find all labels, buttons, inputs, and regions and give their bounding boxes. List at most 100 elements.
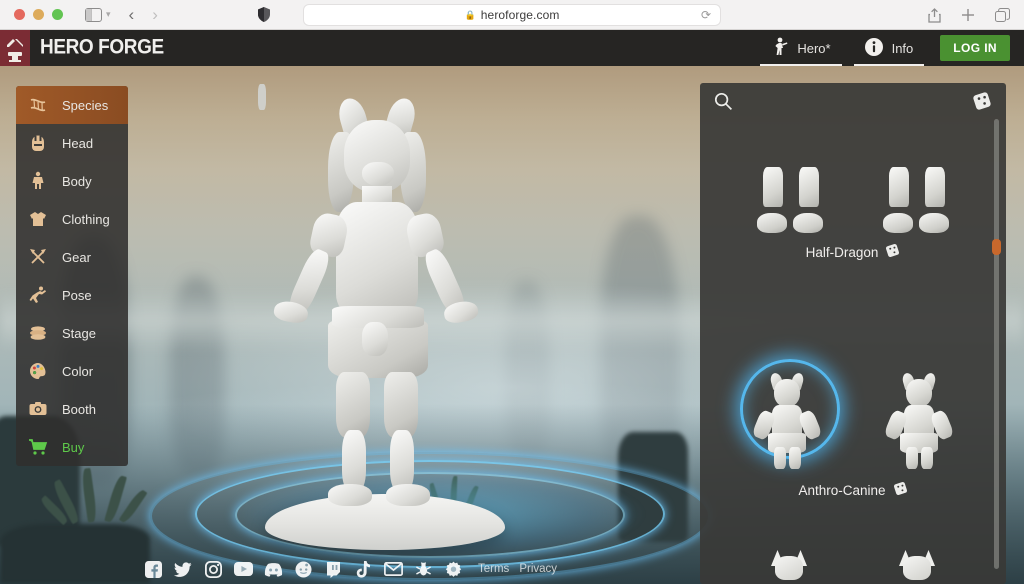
anthro-feline-a[interactable] [767, 550, 811, 580]
anvil-shield-logo[interactable] [0, 30, 30, 66]
brand-title: HERO FORGE [40, 35, 164, 60]
scrollbar-thumb[interactable] [992, 239, 1001, 255]
twitch-icon[interactable] [318, 554, 348, 584]
nav-active-underline [760, 64, 842, 66]
privacy-link[interactable]: Privacy [519, 563, 557, 575]
facebook-icon[interactable] [138, 554, 168, 584]
option-group-next-row [700, 550, 1006, 580]
chevron-down-icon[interactable]: ▾ [106, 9, 111, 20]
header-nav: Hero* Info LOG IN [754, 30, 1024, 66]
character-pant [384, 372, 418, 438]
sidebar-item-booth[interactable]: Booth [16, 390, 128, 428]
dice-icon[interactable] [893, 481, 908, 499]
instagram-icon[interactable] [198, 554, 228, 584]
sidebar-item-label: Gear [62, 249, 91, 265]
minimize-window-button[interactable] [33, 9, 44, 20]
category-sidebar: Species Head Body Clothing Gear Pose Sta… [16, 86, 128, 466]
foot-model [793, 167, 823, 233]
sidebar-item-label: Buy [62, 439, 85, 455]
footer-social-bar: Terms Privacy [0, 554, 692, 584]
option-group-label-row: Half-Dragon [700, 243, 1006, 261]
options-panel-header [700, 83, 1006, 121]
shopping-cart-icon [27, 436, 49, 458]
browser-right-actions [928, 0, 1010, 30]
camera-icon [27, 398, 49, 420]
sidebar-item-label: Head [62, 135, 94, 151]
search-icon[interactable] [714, 92, 733, 116]
dice-icon[interactable] [885, 243, 900, 261]
half-dragon-feet-b[interactable] [861, 129, 971, 233]
character-thumbnail [748, 371, 826, 471]
reddit-icon[interactable] [288, 554, 318, 584]
reload-icon[interactable]: ⟳ [701, 8, 711, 22]
panel-scrollbar[interactable] [992, 119, 1001, 569]
anthro-canine-miniature[interactable] [258, 84, 514, 524]
anthro-canine-male[interactable] [864, 353, 974, 471]
mail-icon[interactable] [378, 554, 408, 584]
character-muzzle [362, 162, 394, 186]
crossed-axes-icon [27, 246, 49, 268]
sidebar-item-buy[interactable]: Buy [16, 428, 128, 466]
back-arrow-icon[interactable]: ‹ [129, 5, 135, 25]
info-circle-icon [864, 37, 883, 59]
sidebar-item-label: Color [62, 363, 94, 379]
share-icon[interactable] [928, 7, 941, 23]
option-thumbnails [700, 353, 1006, 471]
sidebar-item-label: Stage [62, 325, 96, 341]
sidebar-item-label: Clothing [62, 211, 110, 227]
option-thumbnails [700, 129, 1006, 233]
address-bar[interactable]: 🔒 heroforge.com ⟳ [303, 4, 721, 26]
foot-model [883, 167, 913, 233]
shirt-icon [27, 208, 49, 230]
dna-helix-icon [27, 94, 49, 116]
gear-icon[interactable] [438, 554, 468, 584]
browser-toolbar: ▾ ‹ › 🔒 heroforge.com ⟳ [0, 0, 1024, 30]
tiktok-icon[interactable] [348, 554, 378, 584]
sidebar-item-head[interactable]: Head [16, 124, 128, 162]
sidebar-item-color[interactable]: Color [16, 352, 128, 390]
nav-item-info-label: Info [891, 40, 914, 56]
terms-link[interactable]: Terms [478, 563, 509, 575]
nav-item-hero[interactable]: Hero* [754, 30, 847, 66]
forward-arrow-icon[interactable]: › [152, 5, 158, 25]
sidebar-item-pose[interactable]: Pose [16, 276, 128, 314]
foot-model [919, 167, 949, 233]
sidebar-item-species[interactable]: Species [16, 86, 128, 124]
sidebar-item-body[interactable]: Body [16, 162, 128, 200]
anthro-feline-b[interactable] [895, 550, 939, 580]
sidebar-item-stage[interactable]: Stage [16, 314, 128, 352]
tab-overview-icon[interactable] [995, 8, 1010, 22]
sidebar-toggle-icon[interactable] [85, 7, 102, 22]
close-window-button[interactable] [14, 9, 25, 20]
character-shin [342, 430, 366, 492]
foot-model [757, 167, 787, 233]
anthro-canine-female[interactable] [732, 353, 842, 471]
login-button[interactable]: LOG IN [940, 35, 1010, 61]
maximize-window-button[interactable] [52, 9, 63, 20]
plus-icon[interactable] [961, 8, 975, 22]
option-group-anthro-canine: Anthro-Canine [700, 353, 1006, 499]
privacy-shield-icon[interactable] [257, 7, 270, 22]
window-traffic-lights [14, 9, 63, 20]
dice-icon[interactable] [972, 91, 992, 116]
character-thumbnail [880, 371, 958, 471]
sidebar-item-clothing[interactable]: Clothing [16, 200, 128, 238]
nav-item-info[interactable]: Info [848, 30, 931, 66]
youtube-icon[interactable] [228, 554, 258, 584]
character-foot [328, 484, 372, 506]
navigation-arrows: ‹ › [129, 5, 158, 25]
nav-active-underline [853, 64, 925, 66]
sidebar-item-label: Body [62, 173, 92, 189]
sidebar-item-label: Species [62, 97, 109, 113]
lock-icon: 🔒 [464, 9, 476, 20]
character-pendant [258, 84, 266, 110]
half-dragon-feet-a[interactable] [735, 129, 845, 233]
character-pant [336, 372, 370, 438]
twitter-icon[interactable] [168, 554, 198, 584]
option-group-half-dragon: Half-Dragon [700, 129, 1006, 261]
head-icon [27, 132, 49, 154]
discord-icon[interactable] [258, 554, 288, 584]
sidebar-item-gear[interactable]: Gear [16, 238, 128, 276]
option-group-label: Half-Dragon [805, 244, 879, 260]
bug-icon[interactable] [408, 554, 438, 584]
